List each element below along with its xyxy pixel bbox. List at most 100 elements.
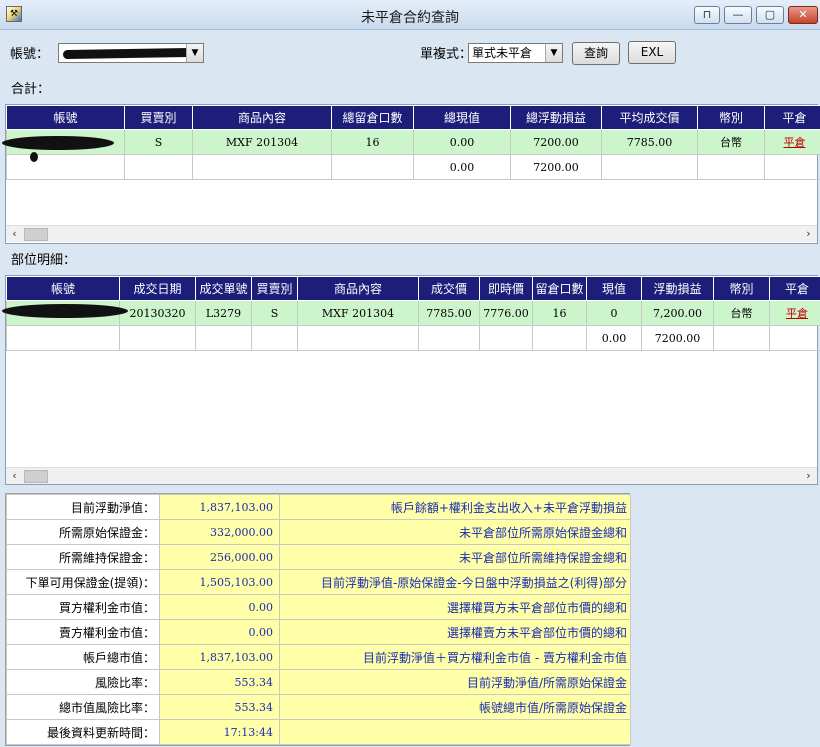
- account-label: 帳號：: [10, 47, 50, 62]
- restore-icon[interactable]: ⊓: [694, 6, 720, 24]
- summary-row: 總市值風險比率： 553.34 帳號總市值/所需原始保證金: [6, 694, 631, 720]
- totals-horizontal-scrollbar[interactable]: ‹ ›: [6, 225, 817, 242]
- column-header[interactable]: 買賣別: [124, 105, 193, 130]
- close-position-link[interactable]: 平倉: [769, 300, 820, 326]
- scrollbar-thumb[interactable]: [24, 470, 48, 483]
- redacted-account: [62, 47, 194, 60]
- column-header[interactable]: 總留倉口數: [331, 105, 414, 130]
- summary-label: 目前浮動淨值：: [6, 494, 160, 520]
- table-cell: 0: [586, 300, 642, 326]
- chevron-right-icon[interactable]: ›: [800, 226, 817, 243]
- column-header[interactable]: 帳號: [6, 276, 120, 301]
- column-header[interactable]: 平均成交價: [601, 105, 698, 130]
- table-cell: [601, 154, 698, 180]
- close-button[interactable]: ✕: [788, 6, 818, 24]
- table-cell: 7785.00: [601, 129, 698, 155]
- column-header[interactable]: 幣別: [713, 276, 770, 301]
- maximize-button[interactable]: ▢: [756, 6, 784, 24]
- column-header[interactable]: 總現值: [413, 105, 511, 130]
- column-header[interactable]: 現值: [586, 276, 642, 301]
- table-cell: [479, 325, 533, 351]
- table-cell: 0.00: [413, 154, 511, 180]
- scrollbar-thumb[interactable]: [24, 228, 48, 241]
- table-cell: 0.00: [413, 129, 511, 155]
- column-header[interactable]: 幣別: [697, 105, 765, 130]
- query-button[interactable]: 查詢: [572, 42, 620, 65]
- summary-value: 1,837,103.00: [159, 494, 280, 520]
- table-cell: 7200.00: [510, 154, 602, 180]
- account-summary: 目前浮動淨值： 1,837,103.00 帳戶餘額+權利金支出收入+未平倉浮動損益所…: [5, 493, 631, 746]
- column-header[interactable]: 商品內容: [192, 105, 332, 130]
- summary-formula: [279, 719, 631, 745]
- table-cell: [297, 325, 419, 351]
- summary-formula: 目前浮動淨值＋買方權利金市值 - 賣方權利金市值: [279, 644, 631, 670]
- column-header[interactable]: 留倉口數: [532, 276, 587, 301]
- summary-value: 0.00: [159, 594, 280, 620]
- summary-row: 目前浮動淨值： 1,837,103.00 帳戶餘額+權利金支出收入+未平倉浮動損益: [6, 494, 631, 520]
- summary-label: 最後資料更新時間：: [6, 719, 160, 745]
- table-row[interactable]: 0.00 7200.00: [6, 325, 820, 351]
- details-table: 帳號 成交日期 成交單號 買賣別 商品內容 成交價 即時價 留倉口數 現值 浮動損益 幣別 平倉 20…: [6, 276, 820, 351]
- details-horizontal-scrollbar[interactable]: ‹ ›: [6, 467, 817, 484]
- table-cell: [6, 154, 125, 180]
- table-cell: 7200.00: [510, 129, 602, 155]
- query-form: 帳號： ▼ 單複式： 單式未平倉 ▼ 查詢 EXL: [0, 30, 820, 76]
- column-header[interactable]: 成交價: [418, 276, 480, 301]
- table-cell: [713, 325, 770, 351]
- table-cell: [764, 154, 820, 180]
- column-header[interactable]: 即時價: [479, 276, 533, 301]
- table-row[interactable]: 20130320 L3279 S MXF 201304 7785.00 7776.00 16…: [6, 300, 820, 326]
- column-header[interactable]: 成交單號: [195, 276, 252, 301]
- column-header[interactable]: 商品內容: [297, 276, 419, 301]
- redacted-account: [2, 304, 128, 318]
- column-header[interactable]: 買賣別: [251, 276, 298, 301]
- column-header[interactable]: 帳號: [6, 105, 125, 130]
- table-cell: [6, 325, 120, 351]
- summary-formula: 帳戶餘額+權利金支出收入+未平倉浮動損益: [279, 494, 631, 520]
- column-header[interactable]: 成交日期: [119, 276, 196, 301]
- column-header[interactable]: 浮動損益: [641, 276, 714, 301]
- minimize-button[interactable]: —: [724, 6, 752, 24]
- table-cell: 20130320: [119, 300, 196, 326]
- table-cell: 7,200.00: [641, 300, 714, 326]
- chevron-left-icon[interactable]: ‹: [6, 468, 23, 485]
- column-header[interactable]: 平倉: [769, 276, 820, 301]
- account-select[interactable]: ▼: [58, 43, 204, 63]
- table-cell: MXF 201304: [192, 129, 332, 155]
- summary-value: 553.34: [159, 694, 280, 720]
- table-row[interactable]: 0.00 7200.00: [6, 154, 820, 180]
- close-position-link[interactable]: 平倉: [764, 129, 820, 155]
- summary-row: 所需原始保證金： 332,000.00 未平倉部位所需原始保證金總和: [6, 519, 631, 545]
- details-section-label: 部位明細：: [5, 250, 818, 272]
- mode-select[interactable]: 單式未平倉 ▼: [468, 43, 563, 63]
- column-header[interactable]: 總浮動損益: [510, 105, 602, 130]
- column-header[interactable]: 平倉: [764, 105, 820, 130]
- summary-label: 賣方權利金市值：: [6, 619, 160, 645]
- chevron-right-icon[interactable]: ›: [800, 468, 817, 485]
- summary-row: 買方權利金市值： 0.00 選擇權買方未平倉部位市價的總和: [6, 594, 631, 620]
- totals-table: 帳號 買賣別 商品內容 總留倉口數 總現值 總浮動損益 平均成交價 幣別 平倉 S MXF 201…: [6, 105, 820, 180]
- summary-label: 風險比率：: [6, 669, 160, 695]
- table-cell: 7785.00: [418, 300, 480, 326]
- summary-value: 256,000.00: [159, 544, 280, 570]
- title-bar: ⚒ 未平倉合約查詢 ⊓ — ▢ ✕: [0, 0, 820, 30]
- chevron-down-icon: ▼: [545, 44, 562, 62]
- summary-formula: 目前浮動淨值/所需原始保證金: [279, 669, 631, 695]
- chevron-left-icon[interactable]: ‹: [6, 226, 23, 243]
- table-row[interactable]: S MXF 201304 16 0.00 7200.00 7785.00 台幣 平倉: [6, 129, 820, 155]
- table-cell: [769, 325, 820, 351]
- redacted-account: [30, 152, 38, 162]
- summary-label: 總市值風險比率：: [6, 694, 160, 720]
- summary-label: 帳戶總市值：: [6, 644, 160, 670]
- summary-value: 332,000.00: [159, 519, 280, 545]
- table-cell: 台幣: [697, 129, 765, 155]
- summary-formula: 帳號總市值/所需原始保證金: [279, 694, 631, 720]
- summary-row: 風險比率： 553.34 目前浮動淨值/所需原始保證金: [6, 669, 631, 695]
- export-excel-button[interactable]: EXL: [628, 41, 676, 64]
- summary-value: 0.00: [159, 619, 280, 645]
- summary-value: 1,505,103.00: [159, 569, 280, 595]
- summary-formula: 目前浮動淨值-原始保證金-今日盤中浮動損益之(利得)部分: [279, 569, 631, 595]
- table-cell: [418, 325, 480, 351]
- table-cell: 7776.00: [479, 300, 533, 326]
- mode-label: 單複式：: [420, 47, 473, 62]
